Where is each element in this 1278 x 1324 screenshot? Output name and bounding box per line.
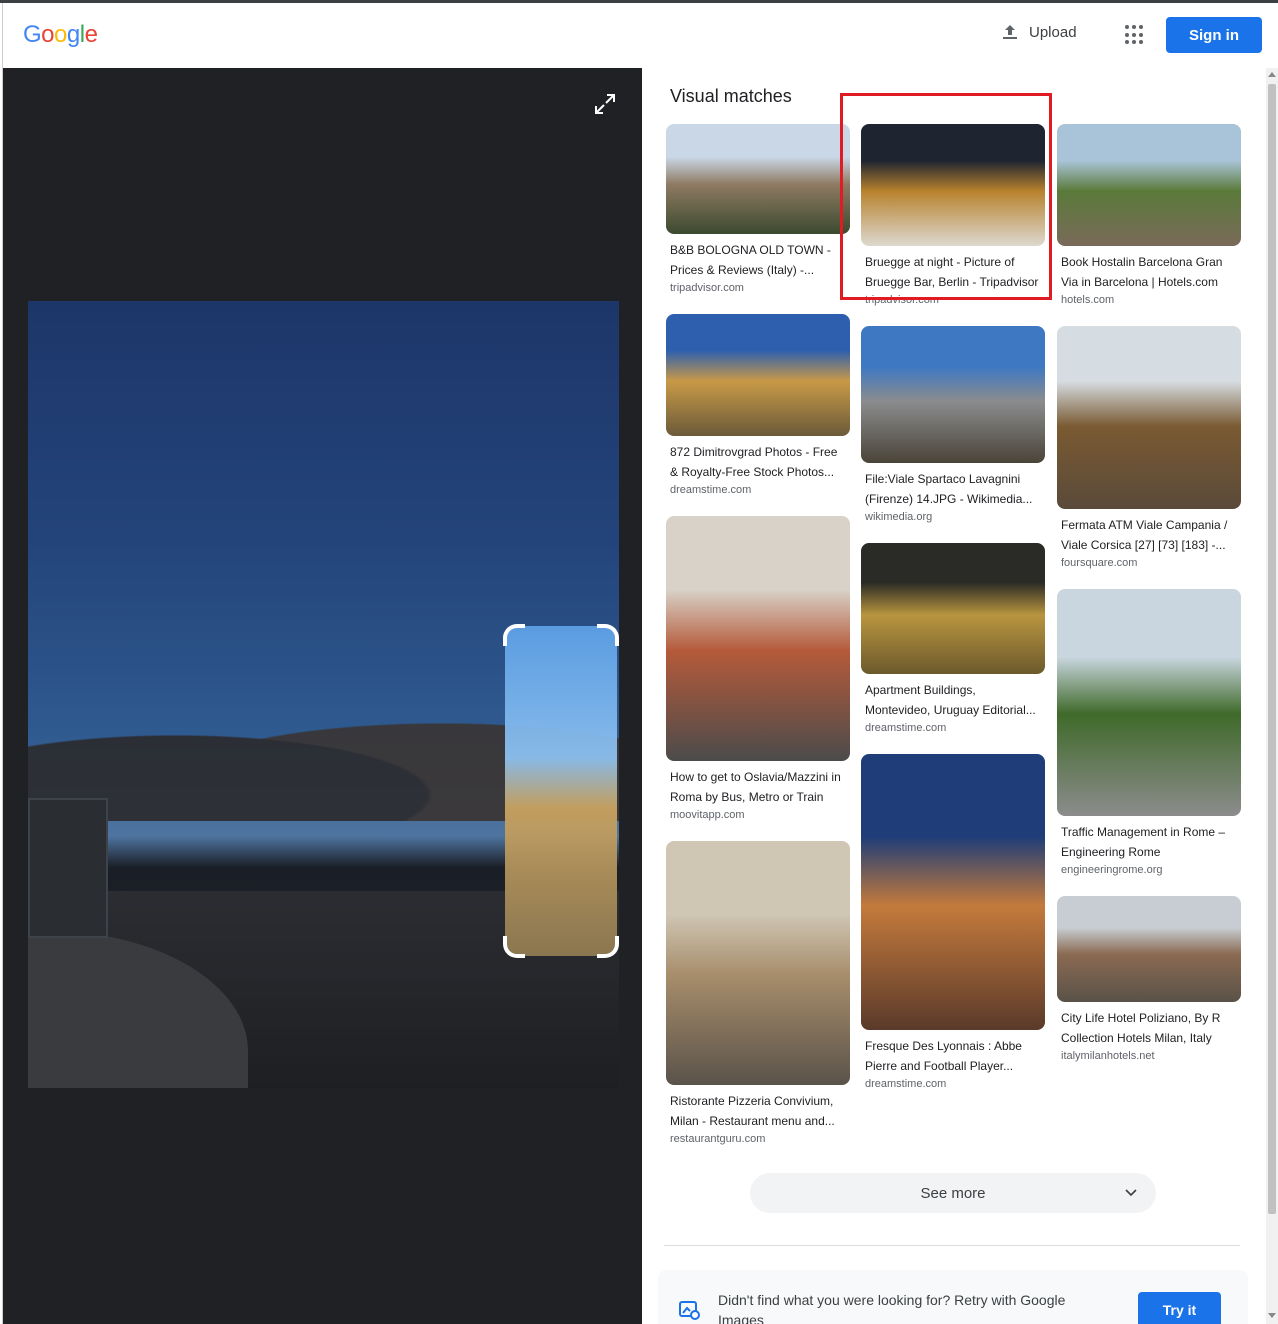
result-card[interactable]: File:Viale Spartaco Lavagnini (Firenze) … bbox=[861, 326, 1045, 523]
result-source: hotels.com bbox=[1061, 294, 1115, 306]
result-title[interactable]: Apartment Buildings, Montevideo, Uruguay… bbox=[861, 680, 1045, 720]
logo-letter: G bbox=[23, 21, 42, 48]
result-source: foursquare.com bbox=[1061, 557, 1138, 569]
results-scrollbar[interactable] bbox=[1266, 68, 1278, 1324]
result-source: tripadvisor.com bbox=[670, 282, 744, 294]
result-source: dreamstime.com bbox=[670, 484, 752, 496]
see-more-label: See more bbox=[920, 1184, 986, 1202]
result-card[interactable]: 872 Dimitrovgrad Photos - Free & Royalty… bbox=[666, 314, 850, 496]
result-card[interactable]: Book Hostalin Barcelona Gran Via in Barc… bbox=[1057, 124, 1241, 306]
result-source: engineeringrome.org bbox=[1061, 864, 1163, 876]
visual-matches-heading: Visual matches bbox=[670, 86, 792, 106]
crop-handle-top-right[interactable] bbox=[597, 624, 619, 646]
result-source: tripadvisor.com bbox=[865, 294, 939, 306]
result-thumbnail[interactable] bbox=[666, 314, 850, 436]
result-source: dreamstime.com bbox=[865, 722, 947, 734]
retry-text: Didn't find what you were looking for? R… bbox=[718, 1292, 1066, 1324]
result-title[interactable]: Book Hostalin Barcelona Gran Via in Barc… bbox=[1057, 252, 1241, 292]
query-image-panel bbox=[2, 68, 642, 1324]
result-thumbnail[interactable] bbox=[1057, 896, 1241, 1002]
result-title[interactable]: File:Viale Spartaco Lavagnini (Firenze) … bbox=[861, 469, 1045, 509]
result-title[interactable]: Fresque Des Lyonnais : Abbe Pierre and F… bbox=[861, 1036, 1045, 1076]
logo-letter: o bbox=[54, 21, 67, 48]
result-title[interactable]: How to get to Oslavia/Mazzini in Roma by… bbox=[666, 767, 850, 807]
top-bar: Google Upload Sign in bbox=[2, 3, 1278, 68]
result-title[interactable]: Bruegge at night - Picture of Bruegge Ba… bbox=[861, 252, 1045, 292]
result-source: moovitapp.com bbox=[670, 809, 745, 821]
try-it-button[interactable]: Try it bbox=[1138, 1292, 1221, 1324]
crop-handle-top-left[interactable] bbox=[503, 624, 525, 646]
result-title[interactable]: Traffic Management in Rome – Engineering… bbox=[1057, 822, 1241, 862]
upload-icon bbox=[1003, 25, 1017, 39]
result-thumbnail[interactable] bbox=[1057, 589, 1241, 816]
sign-in-button[interactable]: Sign in bbox=[1166, 17, 1262, 53]
see-more-button[interactable]: See more bbox=[750, 1173, 1156, 1213]
result-thumbnail[interactable] bbox=[666, 124, 850, 234]
result-thumbnail[interactable] bbox=[1057, 326, 1241, 509]
result-thumbnail[interactable] bbox=[861, 754, 1045, 1030]
result-card[interactable]: Fermata ATM Viale Campania / Viale Corsi… bbox=[1057, 326, 1241, 569]
result-title[interactable]: Fermata ATM Viale Campania / Viale Corsi… bbox=[1057, 515, 1241, 555]
result-title[interactable]: B&B BOLOGNA OLD TOWN - Prices & Reviews … bbox=[666, 240, 850, 280]
query-photo bbox=[28, 301, 619, 1088]
result-card[interactable]: City Life Hotel Poliziano, By R Collecti… bbox=[1057, 896, 1241, 1062]
google-logo[interactable]: Google bbox=[23, 21, 98, 49]
scrollbar-thumb[interactable] bbox=[1268, 84, 1276, 1214]
retry-banner: Didn't find what you were looking for? R… bbox=[658, 1270, 1248, 1324]
result-title[interactable]: 872 Dimitrovgrad Photos - Free & Royalty… bbox=[666, 442, 850, 482]
chevron-down-icon bbox=[1125, 1189, 1137, 1197]
result-source: wikimedia.org bbox=[865, 511, 933, 523]
result-title[interactable]: Ristorante Pizzeria Convivium, Milan - R… bbox=[666, 1091, 850, 1131]
scroll-down-arrow-icon[interactable] bbox=[1268, 1313, 1276, 1318]
result-card[interactable]: B&B BOLOGNA OLD TOWN - Prices & Reviews … bbox=[666, 124, 850, 294]
crop-handle-bottom-left[interactable] bbox=[503, 936, 525, 958]
result-card[interactable]: Bruegge at night - Picture of Bruegge Ba… bbox=[861, 124, 1045, 306]
result-card[interactable]: Fresque Des Lyonnais : Abbe Pierre and F… bbox=[861, 754, 1045, 1090]
scroll-up-arrow-icon[interactable] bbox=[1268, 72, 1276, 77]
crop-handle-bottom-right[interactable] bbox=[597, 936, 619, 958]
result-card[interactable]: Traffic Management in Rome – Engineering… bbox=[1057, 589, 1241, 876]
crop-selection-box[interactable] bbox=[503, 624, 619, 958]
upload-button[interactable]: Upload bbox=[1001, 23, 1077, 41]
result-thumbnail[interactable] bbox=[861, 124, 1045, 246]
result-title[interactable]: City Life Hotel Poliziano, By R Collecti… bbox=[1057, 1008, 1241, 1048]
result-card[interactable]: Ristorante Pizzeria Convivium, Milan - R… bbox=[666, 841, 850, 1145]
result-thumbnail[interactable] bbox=[861, 326, 1045, 463]
logo-letter: g bbox=[66, 21, 80, 48]
section-divider bbox=[664, 1245, 1240, 1246]
fullscreen-expand-icon[interactable] bbox=[593, 92, 617, 116]
result-card[interactable]: Apartment Buildings, Montevideo, Uruguay… bbox=[861, 543, 1045, 734]
result-thumbnail[interactable] bbox=[666, 516, 850, 761]
logo-letter: e bbox=[84, 21, 98, 48]
logo-letter: o bbox=[41, 21, 55, 48]
image-search-icon bbox=[679, 1301, 700, 1320]
result-card[interactable]: How to get to Oslavia/Mazzini in Roma by… bbox=[666, 516, 850, 821]
apps-grid-icon[interactable] bbox=[1123, 23, 1147, 47]
result-thumbnail[interactable] bbox=[861, 543, 1045, 674]
results-panel: Visual matches B&B BOLOGNA OLD TOWN - Pr… bbox=[642, 68, 1266, 1324]
result-source: italymilanhotels.net bbox=[1061, 1050, 1155, 1062]
upload-label: Upload bbox=[1029, 23, 1077, 41]
result-source: dreamstime.com bbox=[865, 1078, 947, 1090]
result-thumbnail[interactable] bbox=[1057, 124, 1241, 246]
result-source: restaurantguru.com bbox=[670, 1133, 766, 1145]
result-thumbnail[interactable] bbox=[666, 841, 850, 1085]
